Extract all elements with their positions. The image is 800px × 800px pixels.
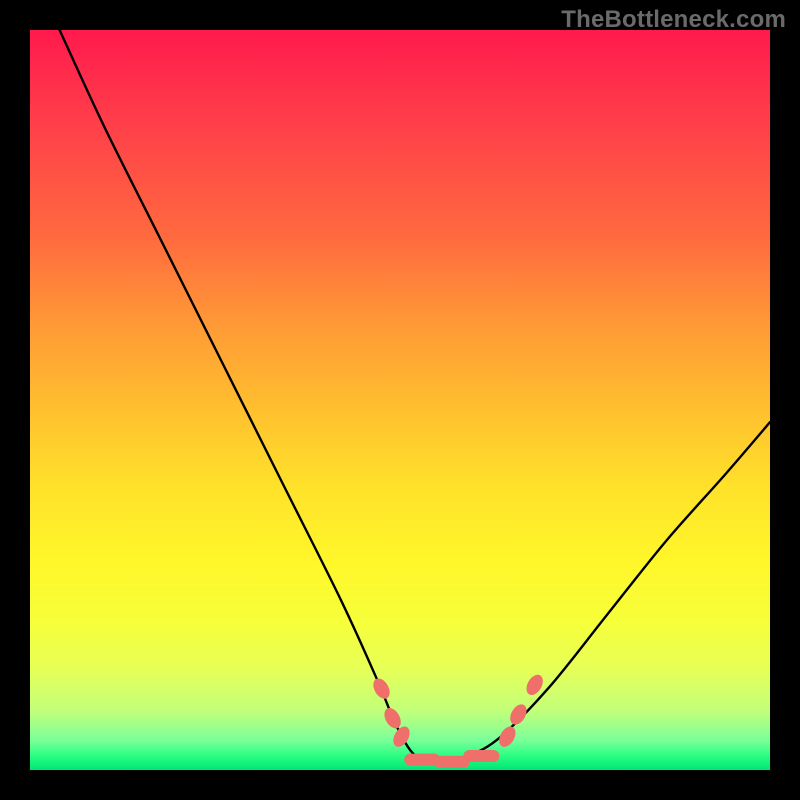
curve-marker xyxy=(370,676,393,702)
chart-svg xyxy=(30,30,770,770)
marker-group xyxy=(370,672,546,768)
curve-marker xyxy=(463,750,499,762)
bottleneck-curve xyxy=(60,30,770,763)
outer-frame: TheBottleneck.com xyxy=(0,0,800,800)
plot-area xyxy=(30,30,770,770)
watermark-text: TheBottleneck.com xyxy=(561,6,786,34)
curve-marker xyxy=(381,705,404,731)
curve-marker xyxy=(507,701,530,727)
